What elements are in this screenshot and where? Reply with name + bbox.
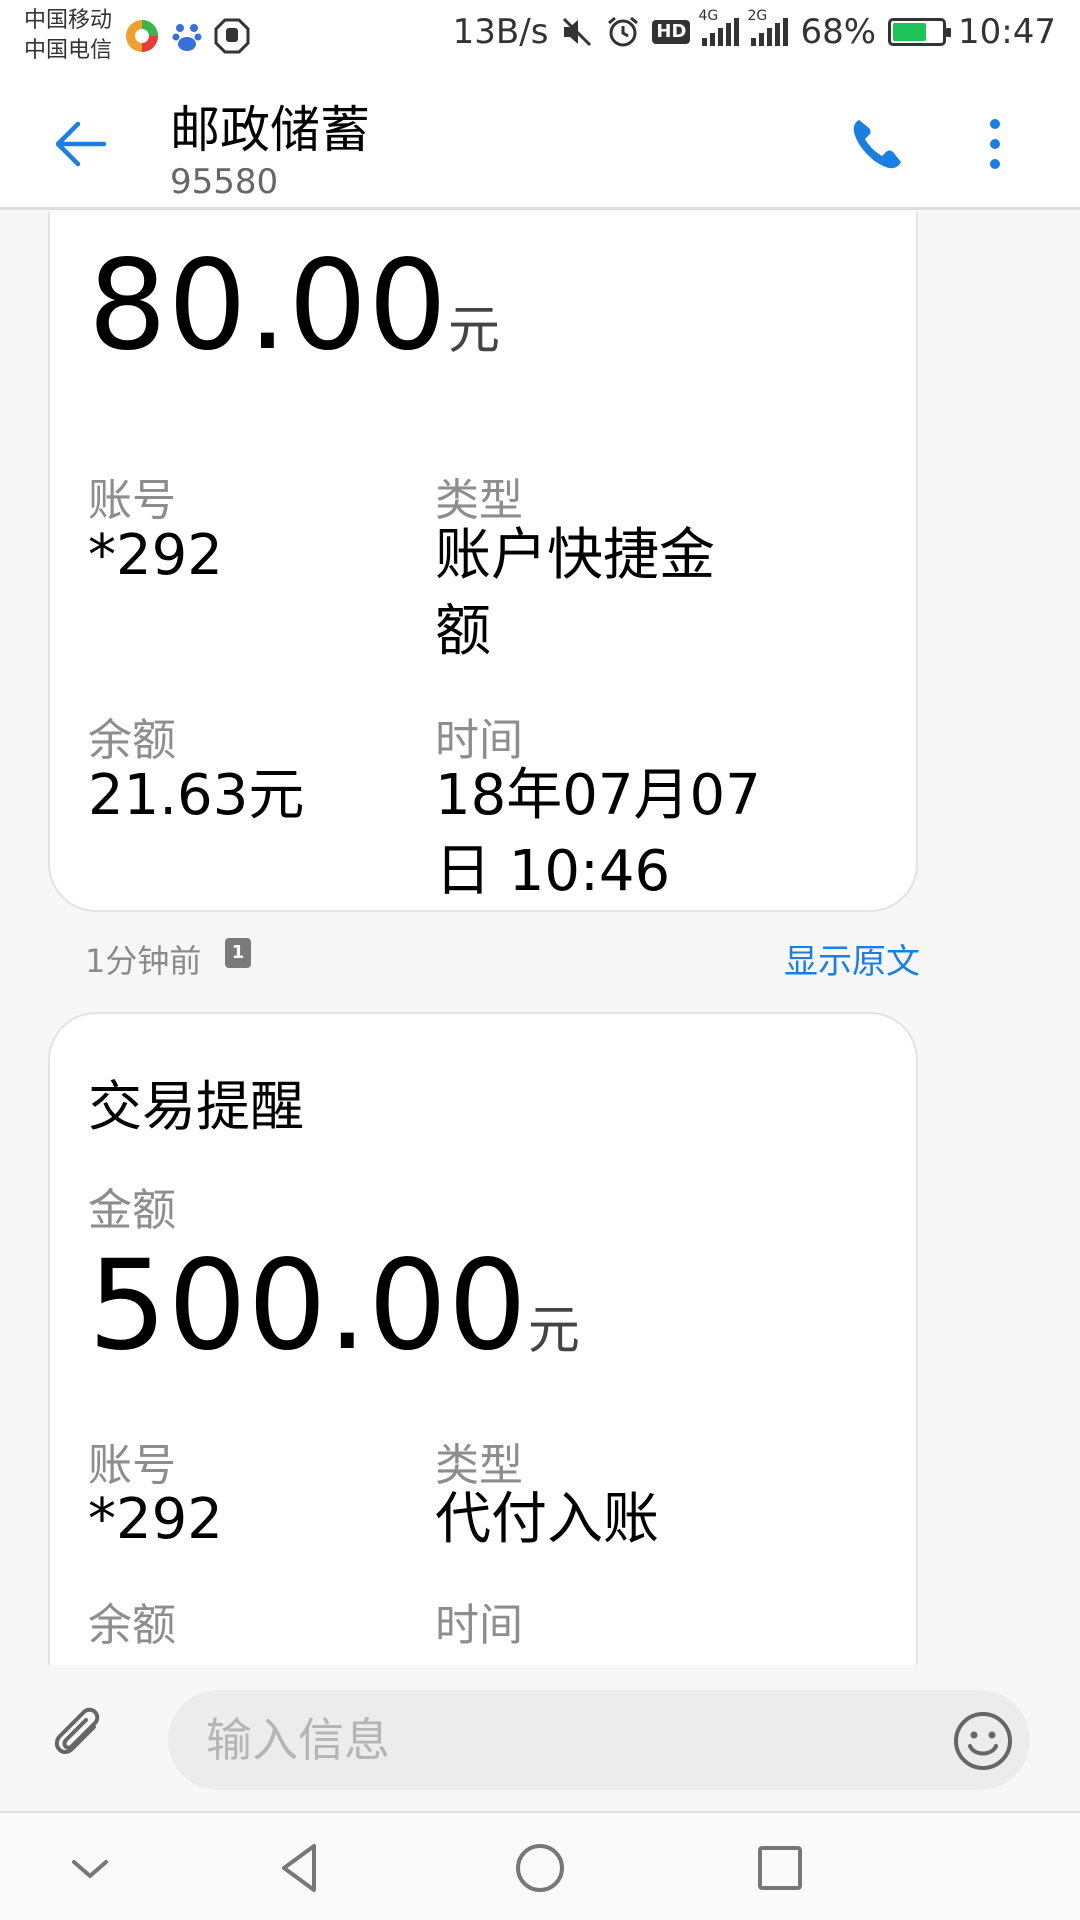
notification-icons [124, 18, 250, 54]
mute-icon [563, 17, 592, 47]
balance-value: 21.63元 [88, 763, 305, 828]
signal-1-tag: 4G [698, 8, 719, 24]
hd-badge: HD [652, 20, 691, 44]
amount-number: 500.00 [88, 1234, 528, 1378]
battery-icon [888, 18, 952, 46]
amount-unit: 元 [527, 1301, 581, 1361]
compose-bar [0, 1665, 1080, 1813]
amount-value: 80.00元 [88, 234, 501, 378]
hand-icon [214, 18, 250, 54]
carrier-labels: 中国移动 中国电信 [24, 6, 112, 66]
signal-icon-2: 2G [747, 8, 789, 46]
contact-number: 95580 [170, 162, 279, 202]
clock: 10:47 [958, 12, 1056, 52]
carrier-2: 中国电信 [24, 38, 113, 63]
home-icon[interactable] [510, 1838, 570, 1898]
type-value: 代付入账 [435, 1487, 659, 1552]
carrier-1: 中国移动 [24, 8, 113, 33]
baidu-icon [172, 24, 202, 51]
time-value: 18年07月07 日 10:46 [435, 758, 761, 910]
card-title: 交易提醒 [88, 1075, 304, 1138]
contact-name: 邮政储蓄 [170, 101, 370, 159]
time-value-line2: 日 10:46 [435, 839, 671, 904]
signal-2-tag: 2G [747, 8, 768, 24]
message-meta: 1分钟前 1 显示原文 [85, 930, 920, 983]
conversation-header: 邮政储蓄 95580 [0, 72, 1080, 210]
phone-icon[interactable] [845, 112, 909, 176]
alarm-icon [608, 16, 639, 47]
amount-value: 500.00元 [88, 1234, 581, 1378]
message-card[interactable]: 交易提醒 金额 500.00元 账号 *292 类型 代付入账 余额 时间 [48, 1012, 918, 1665]
account-value: *292 [88, 1487, 223, 1552]
amount-label: 金额 [88, 1185, 176, 1236]
app-icon [126, 20, 158, 52]
more-options-icon[interactable] [975, 112, 1015, 176]
amount-number: 80.00 [88, 234, 448, 378]
time-value-line1: 18年07月07 [435, 763, 761, 828]
message-input[interactable] [206, 1712, 906, 1768]
system-nav-bar [0, 1813, 1080, 1920]
back-arrow-icon[interactable] [48, 112, 112, 176]
status-right: 13B/s HD 4G 2G 68% 10:47 [452, 8, 1056, 52]
status-bar: 中国移动 中国电信 13B/s HD 4G 2G 68% 10:47 [0, 0, 1080, 72]
account-value: *292 [88, 523, 223, 588]
amount-unit: 元 [448, 301, 502, 361]
battery-percent: 68% [800, 12, 877, 52]
balance-label: 余额 [88, 1600, 176, 1651]
battery-fill [893, 23, 926, 41]
sim-card-icon: 1 [225, 938, 251, 968]
show-original-link[interactable]: 显示原文 [784, 934, 920, 983]
paperclip-icon[interactable] [50, 1707, 114, 1771]
recents-icon[interactable] [750, 1838, 810, 1898]
emoji-icon[interactable] [952, 1710, 1014, 1772]
back-icon[interactable] [270, 1838, 330, 1898]
collapse-icon[interactable] [60, 1838, 120, 1898]
message-list[interactable]: 80.00元 账号 *292 类型 账户快捷金 额 余额 21.63元 时间 1… [0, 212, 1080, 1665]
type-value-line2: 额 [435, 599, 491, 664]
message-timestamp: 1分钟前 [85, 942, 202, 980]
message-card[interactable]: 80.00元 账号 *292 类型 账户快捷金 额 余额 21.63元 时间 1… [48, 212, 918, 912]
net-speed: 13B/s [452, 12, 549, 52]
signal-icon: 4G [698, 8, 740, 46]
type-value: 账户快捷金 额 [435, 518, 715, 670]
time-label: 时间 [435, 1600, 523, 1651]
type-value-line1: 账户快捷金 [435, 523, 715, 588]
message-input-container[interactable] [168, 1690, 1030, 1790]
